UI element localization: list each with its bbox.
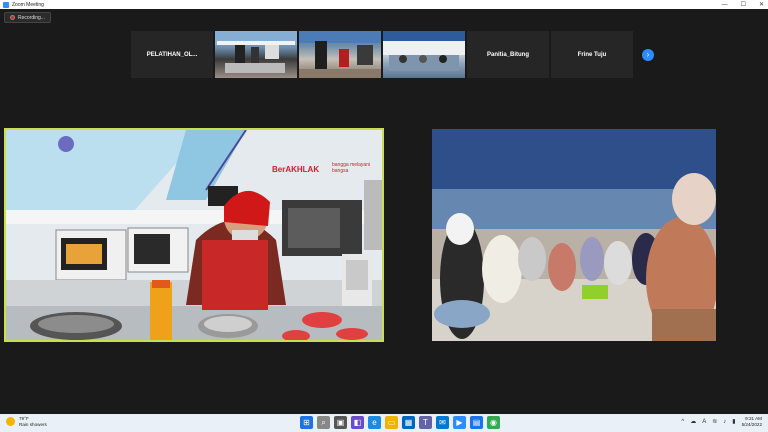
participant-video-tile[interactable] <box>299 31 381 78</box>
banner-tag: bangga melayani bangsa <box>332 162 371 174</box>
taskbar-apps: ⊞ ⌕ ▣ ◧ e ▭ ▦ T ✉ ▶ ▤ ◉ <box>300 416 500 429</box>
task-view-icon[interactable]: ▣ <box>334 416 347 429</box>
battery-icon[interactable]: ▮ <box>732 418 735 425</box>
folder-icon[interactable]: ▭ <box>385 416 398 429</box>
participant-video-tile[interactable] <box>383 31 465 78</box>
participant-main-video[interactable] <box>432 129 716 341</box>
calendar-icon[interactable]: ▤ <box>470 416 483 429</box>
recording-label: Recording... <box>18 14 45 21</box>
chrome-icon[interactable]: ◉ <box>487 416 500 429</box>
participant-name: Frine Tuju <box>577 51 607 58</box>
active-speaker-video[interactable]: BerAKHLAK bangga melayani bangsa <box>4 128 384 342</box>
clock[interactable]: 9:31 AM 5/24/2022 <box>742 416 762 427</box>
wifi-icon[interactable]: ≋ <box>712 418 717 425</box>
zoom-app-icon <box>3 1 9 8</box>
teams-icon[interactable]: T <box>419 416 432 429</box>
participant-name: Panitia_Bitung <box>486 51 529 58</box>
system-tray: ^ ☁ A ≋ ♪ ▮ 9:31 AM 5/24/2022 <box>681 416 762 427</box>
maximize-button[interactable]: ☐ <box>741 1 746 8</box>
participant-name: PELATIHAN_OL... <box>146 51 198 58</box>
kitchen-scene <box>6 130 382 340</box>
language-icon[interactable]: A <box>702 419 706 425</box>
edge-icon[interactable]: e <box>368 416 381 429</box>
record-dot-icon <box>10 15 15 20</box>
chevron-up-icon[interactable]: ^ <box>681 419 684 425</box>
participant-video-tile[interactable] <box>215 31 297 78</box>
weather-widget[interactable]: 79°F Rain showers <box>6 416 47 427</box>
mail-icon[interactable]: ✉ <box>436 416 449 429</box>
participant-tile[interactable]: Panitia_Bitung <box>467 31 549 78</box>
store-icon[interactable]: ▦ <box>402 416 415 429</box>
participant-video <box>299 31 381 78</box>
banner-brand: BerAKHLAK <box>272 165 320 174</box>
clock-date: 5/24/2022 <box>741 421 762 427</box>
start-icon[interactable]: ⊞ <box>300 416 313 429</box>
minimize-button[interactable]: — <box>722 2 728 8</box>
next-page-button[interactable]: › <box>642 49 654 61</box>
chevron-right-icon: › <box>646 50 650 59</box>
rain-cloud-icon <box>6 417 15 426</box>
cloud-icon[interactable]: ☁ <box>690 418 696 425</box>
tent-scene <box>432 129 716 341</box>
weather-desc: Rain showers <box>19 421 47 427</box>
volume-icon[interactable]: ♪ <box>723 419 726 425</box>
windows-taskbar: 79°F Rain showers ⊞ ⌕ ▣ ◧ e ▭ ▦ T ✉ ▶ ▤ … <box>0 414 768 432</box>
meeting-area: Recording... PELATIHAN_OL... Panitia_Bit… <box>0 9 768 414</box>
title-bar: Zoom Meeting — ☐ ✕ <box>0 0 768 9</box>
participant-video <box>215 31 297 73</box>
recording-indicator[interactable]: Recording... <box>4 12 51 23</box>
gallery-strip: PELATIHAN_OL... Panitia_Bitung Frine Tuj… <box>131 31 633 78</box>
window-title: Zoom Meeting <box>12 1 44 8</box>
close-button[interactable]: ✕ <box>759 1 764 8</box>
participant-video <box>383 31 465 71</box>
zoom-taskbar-icon[interactable]: ▶ <box>453 416 466 429</box>
search-icon[interactable]: ⌕ <box>317 416 330 429</box>
participant-tile[interactable]: Frine Tuju <box>551 31 633 78</box>
participant-tile[interactable]: PELATIHAN_OL... <box>131 31 213 78</box>
clock-time: 9:31 AM <box>745 416 762 421</box>
widgets-icon[interactable]: ◧ <box>351 416 364 429</box>
